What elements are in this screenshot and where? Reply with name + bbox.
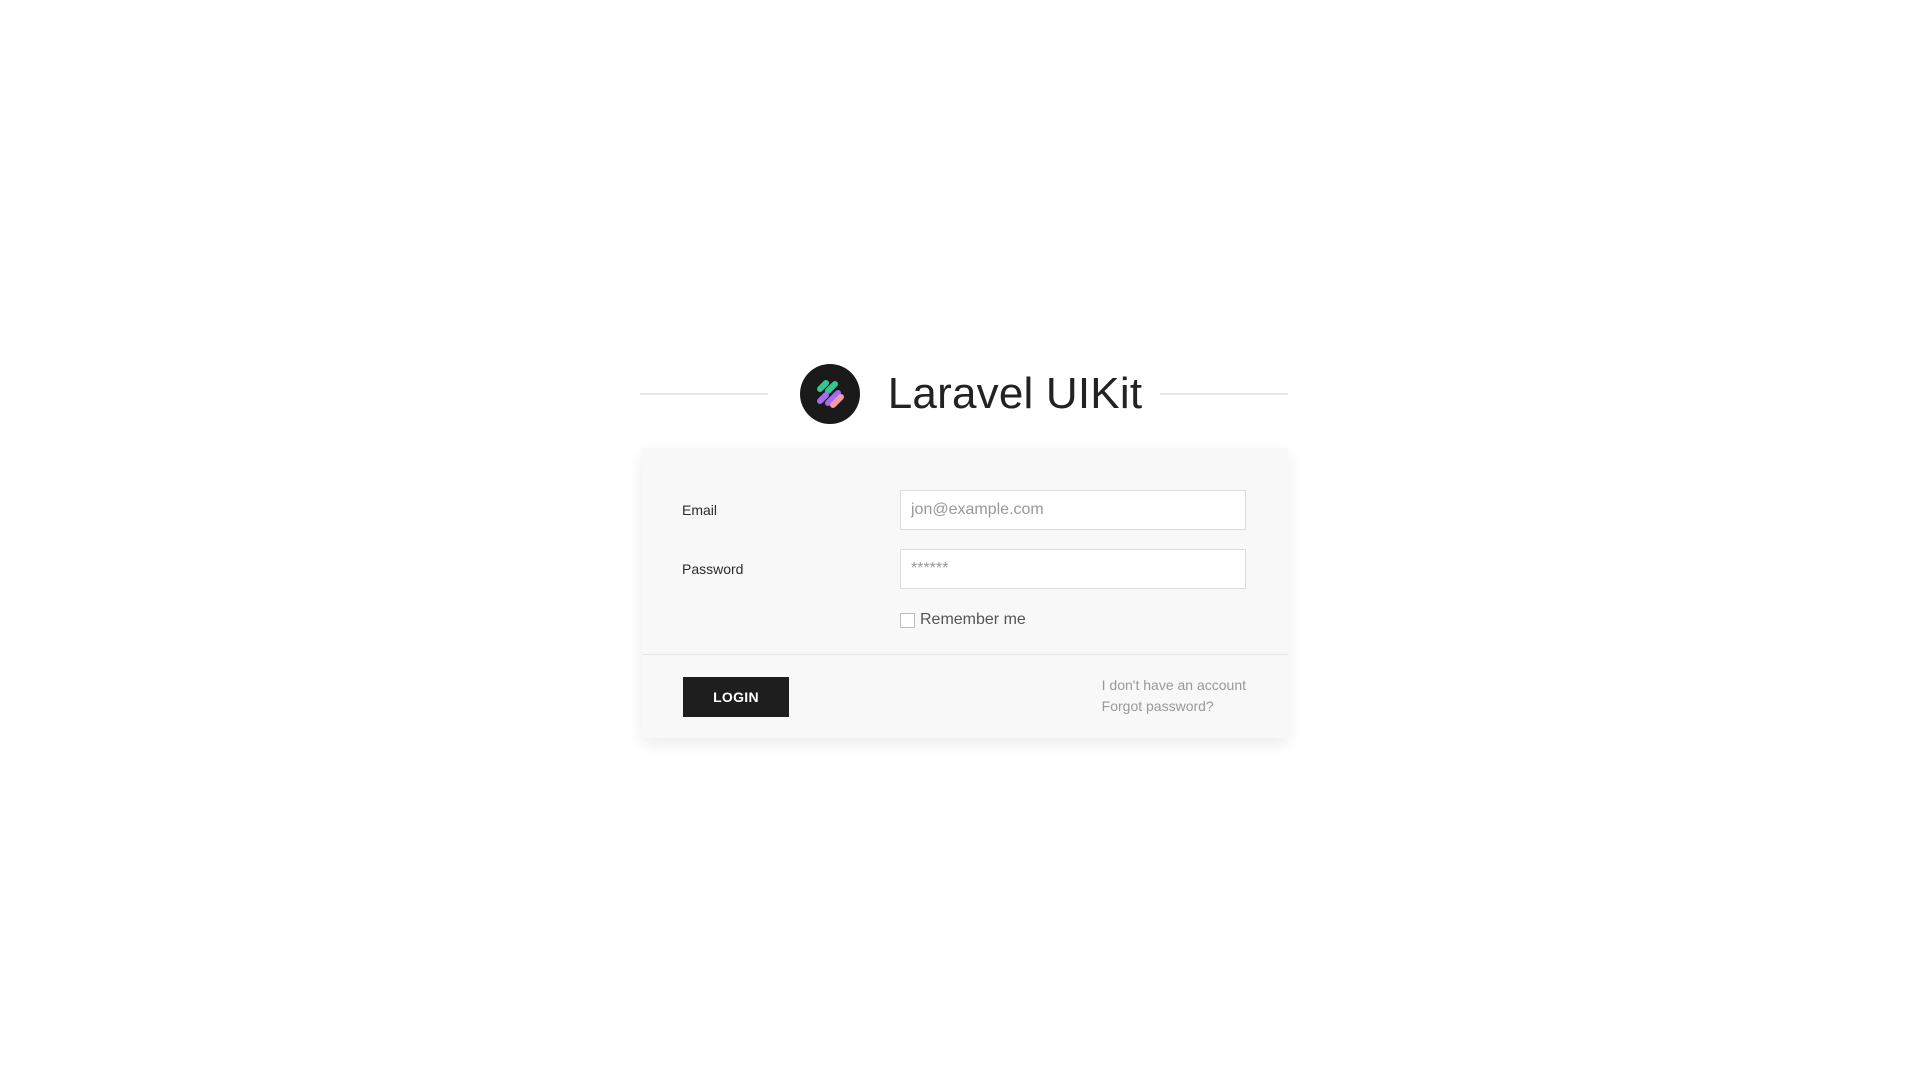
password-label: Password	[682, 561, 744, 577]
login-button[interactable]: LOGIN	[683, 677, 789, 717]
logo-stroke-green	[816, 380, 829, 392]
login-card: Email Password Remember me LOGIN I don't…	[642, 448, 1288, 738]
brand-header: Laravel UIKit	[639, 358, 1289, 430]
email-row: Email	[682, 490, 1248, 530]
email-label: Email	[682, 502, 718, 518]
password-row: Password	[682, 549, 1248, 589]
logo-stroke-green-2	[824, 381, 838, 394]
email-input[interactable]	[900, 490, 1246, 530]
brand: Laravel UIKit	[799, 364, 1143, 424]
header-divider-left	[639, 393, 768, 395]
card-footer: LOGIN I don't have an account Forgot pas…	[642, 655, 1288, 738]
password-input[interactable]	[900, 549, 1246, 589]
register-link[interactable]: I don't have an account	[1102, 677, 1246, 693]
header-divider-right	[1160, 393, 1289, 395]
login-form: Email Password Remember me	[642, 448, 1288, 654]
remember-checkbox[interactable]	[900, 612, 915, 628]
forgot-password-link[interactable]: Forgot password?	[1102, 698, 1246, 714]
login-page: Laravel UIKit Email Password Remember me…	[0, 0, 1920, 1080]
remember-row: Remember me	[900, 611, 1248, 629]
footer-links: I don't have an account Forgot password?	[1102, 677, 1246, 714]
logo-glyph	[816, 380, 844, 408]
logo-icon	[799, 364, 860, 424]
remember-label[interactable]: Remember me	[920, 611, 1026, 629]
logo-stroke-purple	[816, 392, 829, 404]
brand-title: Laravel UIKit	[887, 369, 1143, 418]
